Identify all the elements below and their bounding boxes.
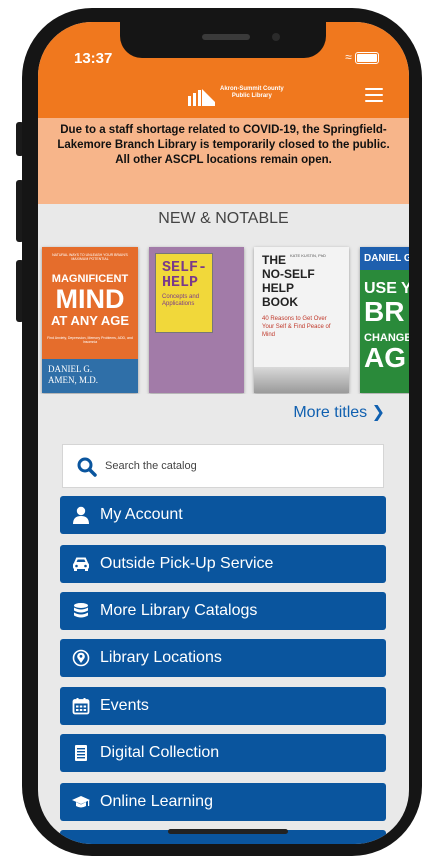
book-carousel[interactable]: NATURAL WAYS TO UNLEASH YOUR BRAIN'S MAX… (38, 239, 409, 394)
book-2-subtitle: Concepts and Applications (162, 294, 200, 307)
my-account-button[interactable]: My Account (60, 496, 386, 534)
library-logo[interactable]: Akron-Summit County Public Library (186, 84, 286, 108)
book-2-title-line-1: SELF- (162, 259, 208, 276)
logo-bars-icon (188, 89, 215, 106)
user-icon (73, 506, 89, 524)
outside-pickup-button[interactable]: Outside Pick-Up Service (60, 545, 386, 583)
status-icons: ≈ (345, 50, 379, 64)
book-cover-2[interactable]: SELF- HELP Concepts and Applications (149, 247, 244, 393)
more-titles-label: More titles (293, 404, 368, 421)
online-learning-button[interactable]: Online Learning (60, 783, 386, 821)
status-time: 13:37 (74, 50, 113, 67)
more-library-catalogs-label: More Library Catalogs (100, 602, 258, 619)
book-4-title-line-1: DANIEL G (360, 247, 409, 270)
online-learning-label: Online Learning (100, 793, 213, 810)
logo-text: Akron-Summit County Public Library (220, 86, 284, 100)
home-indicator[interactable] (168, 829, 288, 834)
wifi-icon: ≈ (345, 50, 352, 64)
book-2-title-line-2: HELP (162, 274, 199, 291)
book-4-title-line-3: BR (364, 296, 405, 327)
my-account-label: My Account (100, 506, 183, 523)
book-cover-4[interactable]: DANIEL G USE Y BR CHANGE AG (360, 247, 409, 393)
more-library-catalogs-button[interactable]: More Library Catalogs (60, 592, 386, 630)
book-cover-3[interactable]: THE KATE KUSTIN, PhD NO-SELF HELP BOOK 4… (254, 247, 349, 393)
search-icon (77, 457, 97, 477)
logo-line-2: Public Library (231, 93, 272, 99)
events-button[interactable]: Events (60, 687, 386, 725)
book-3-title-line-3: HELP (262, 281, 295, 295)
car-icon (73, 557, 89, 571)
book-1-author: DANIEL G. AMEN, M.D. (42, 359, 138, 393)
book-3-title-line-2: NO-SELF (262, 267, 315, 281)
document-icon (75, 745, 87, 761)
events-label: Events (100, 697, 149, 714)
library-locations-label: Library Locations (100, 649, 222, 666)
battery-icon (355, 51, 379, 64)
book-3-cover-image (254, 367, 349, 393)
app-screen: 13:37 ≈ Akron-Summit County Public Libra… (38, 22, 409, 844)
logo-line-1: Akron-Summit County (220, 86, 284, 92)
closure-alert: Due to a staff shortage related to COVID… (38, 118, 409, 204)
catalog-search-input[interactable]: Search the catalog (62, 444, 384, 488)
book-3-title-line-4: BOOK (262, 295, 298, 309)
search-placeholder: Search the catalog (105, 460, 197, 472)
book-1-title-line-3: AT ANY AGE (50, 313, 129, 328)
location-icon (72, 649, 90, 667)
book-3-subtitle: 40 Reasons to Get Over Your Self & Find … (262, 316, 331, 338)
digital-collection-label: Digital Collection (100, 744, 220, 761)
book-4-title-line-5: AG (364, 342, 406, 373)
book-1-subtitle: Find Anxiety, Depression, Memory Problem… (47, 336, 133, 344)
more-titles-link[interactable]: More titles ❯ (293, 402, 385, 422)
new-notable-title: NEW & NOTABLE (158, 210, 289, 227)
library-locations-button[interactable]: Library Locations (60, 639, 386, 677)
hamburger-menu-icon[interactable] (365, 88, 383, 102)
digital-collection-button[interactable]: Digital Collection (60, 734, 386, 772)
graduation-cap-icon (72, 796, 90, 808)
book-1-tagline: NATURAL WAYS TO UNLEASH YOUR BRAIN'S MAX… (52, 253, 128, 261)
book-cover-1[interactable]: NATURAL WAYS TO UNLEASH YOUR BRAIN'S MAX… (42, 247, 138, 393)
book-1-title-line-2: MIND (55, 284, 125, 314)
chevron-right-icon: ❯ (371, 404, 385, 421)
outside-pickup-label: Outside Pick-Up Service (100, 555, 274, 572)
phone-notch (120, 22, 326, 58)
database-icon (74, 603, 88, 618)
book-3-author: KATE KUSTIN, PhD (290, 253, 326, 258)
calendar-icon (72, 698, 90, 715)
